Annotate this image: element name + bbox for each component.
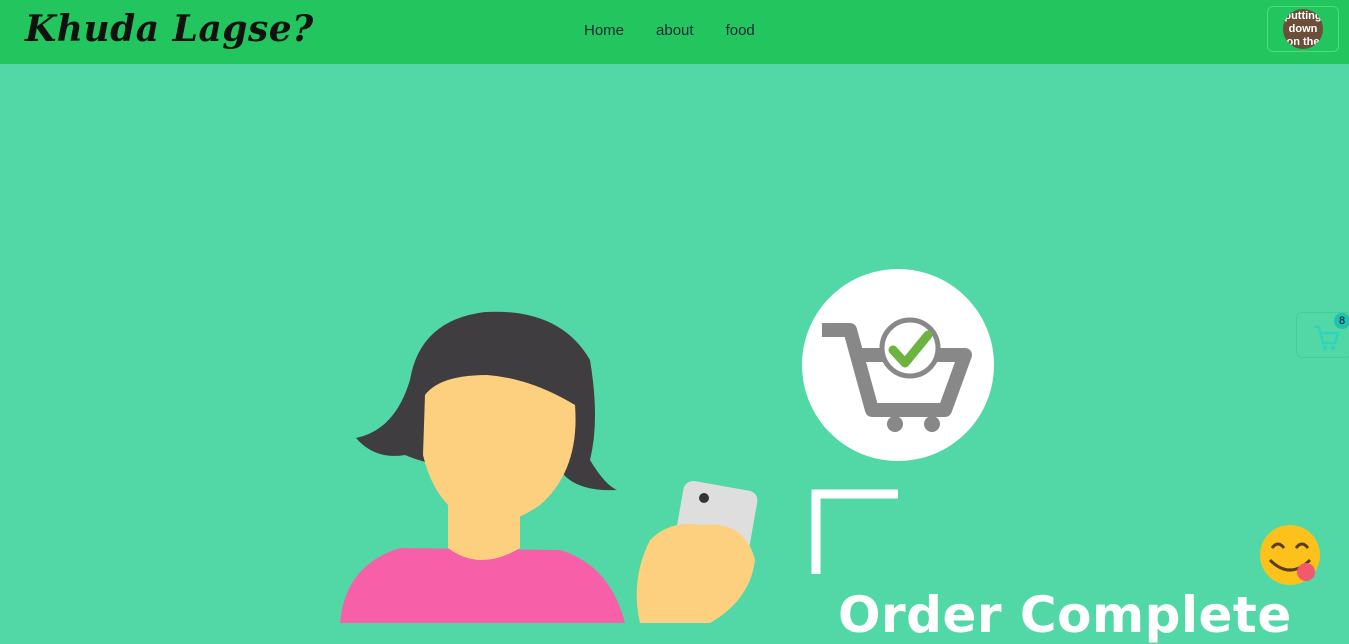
woman-illustration — [340, 311, 758, 623]
navbar: Khuda Lagse? Home about food putting dow… — [0, 0, 1349, 64]
avatar: putting down on the — [1283, 9, 1323, 49]
profile-button[interactable]: putting down on the — [1267, 6, 1339, 52]
nav-link-food[interactable]: food — [726, 22, 755, 39]
brand-logo[interactable]: Khuda Lagse? — [25, 8, 314, 50]
nav-links: Home about food — [584, 22, 755, 39]
text-bracket — [811, 489, 898, 574]
cart-check-icon — [802, 269, 994, 461]
nav-link-home[interactable]: Home — [584, 22, 624, 39]
cart-count-badge: 8 — [1334, 313, 1349, 329]
yum-emoji-icon — [1260, 525, 1320, 585]
order-illustration — [340, 269, 1320, 623]
hero-banner: Order Complete — [0, 64, 1349, 644]
nav-link-about[interactable]: about — [656, 22, 694, 39]
order-complete-text: Order Complete — [838, 586, 1292, 644]
